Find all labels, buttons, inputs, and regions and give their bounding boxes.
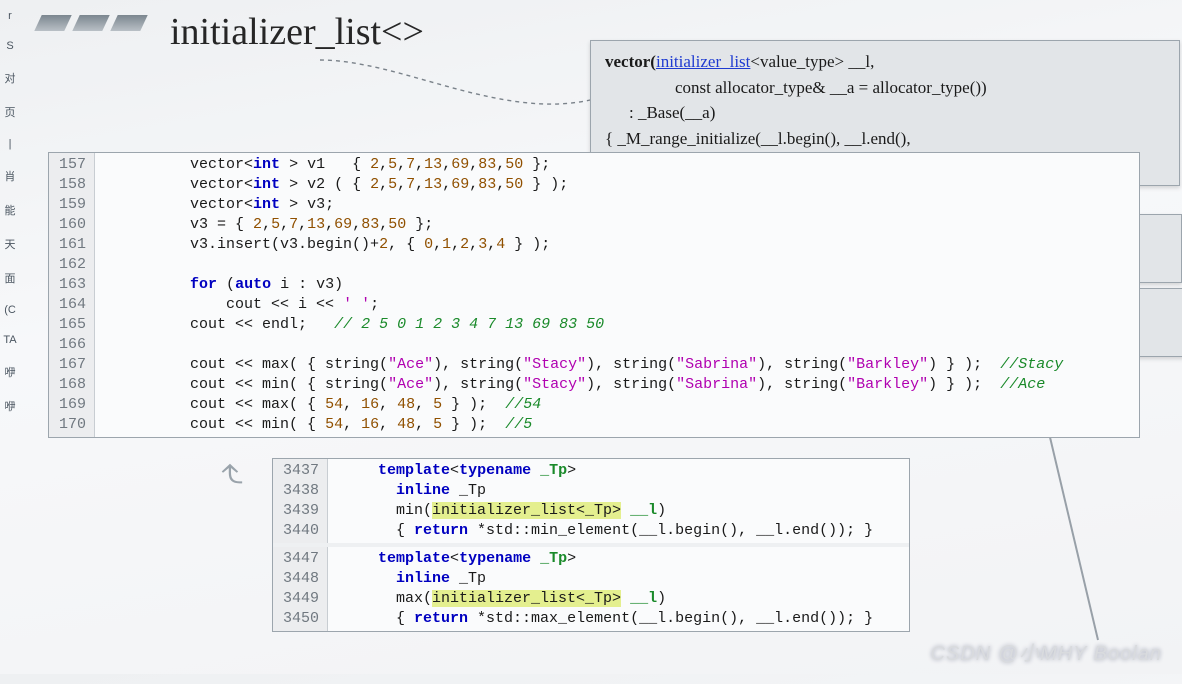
sidebar-fragment: 肖 (0, 168, 20, 184)
stl-gutter-a: 3437 3438 3439 3440 (273, 459, 328, 543)
main-gutter: 157 158 159 160 161 162 163 164 165 166 … (49, 153, 95, 437)
sidebar-fragment: 页 (0, 104, 20, 120)
stl-source-a: template<typename _Tp> inline _Tp min(in… (328, 459, 909, 543)
sidebar-fragment: 天 (0, 236, 20, 252)
sidebar-fragment: r (0, 10, 20, 22)
ctor-line1: vector(initializer_list<value_type> __l, (605, 49, 1165, 75)
sidebar-fragment: 咿 (0, 398, 20, 414)
sidebar-fragment: 面 (0, 270, 20, 286)
watermark: CSDN @小MHY Boolan (931, 637, 1162, 666)
sidebar-fragment: S (0, 40, 20, 52)
curved-arrow-icon: ⤷ (210, 462, 257, 484)
main-source: vector<int > v1 { 2,5,7,13,69,83,50 }; v… (95, 153, 1139, 437)
header-stripes (38, 15, 144, 31)
sidebar-fragment: | (0, 138, 20, 150)
stl-gutter-b: 3447 3448 3449 3450 (273, 547, 328, 631)
stl-code-block: 3437 3438 3439 3440 template<typename _T… (272, 458, 910, 632)
sidebar-fragment: (C (0, 304, 20, 316)
stl-source-b: template<typename _Tp> inline _Tp max(in… (328, 547, 909, 631)
sidebar-fragment: 对 (0, 70, 20, 86)
sidebar-fragment: 咿 (0, 364, 20, 380)
sidebar-fragment: TA (0, 334, 20, 346)
sidebar-fragment: 能 (0, 202, 20, 218)
slide-title: initializer_list<> (170, 10, 424, 54)
main-code-block: 157 158 159 160 161 162 163 164 165 166 … (48, 152, 1140, 438)
left-window-edge: rS对页|肖能天面(CTA咿咿 (0, 0, 20, 684)
